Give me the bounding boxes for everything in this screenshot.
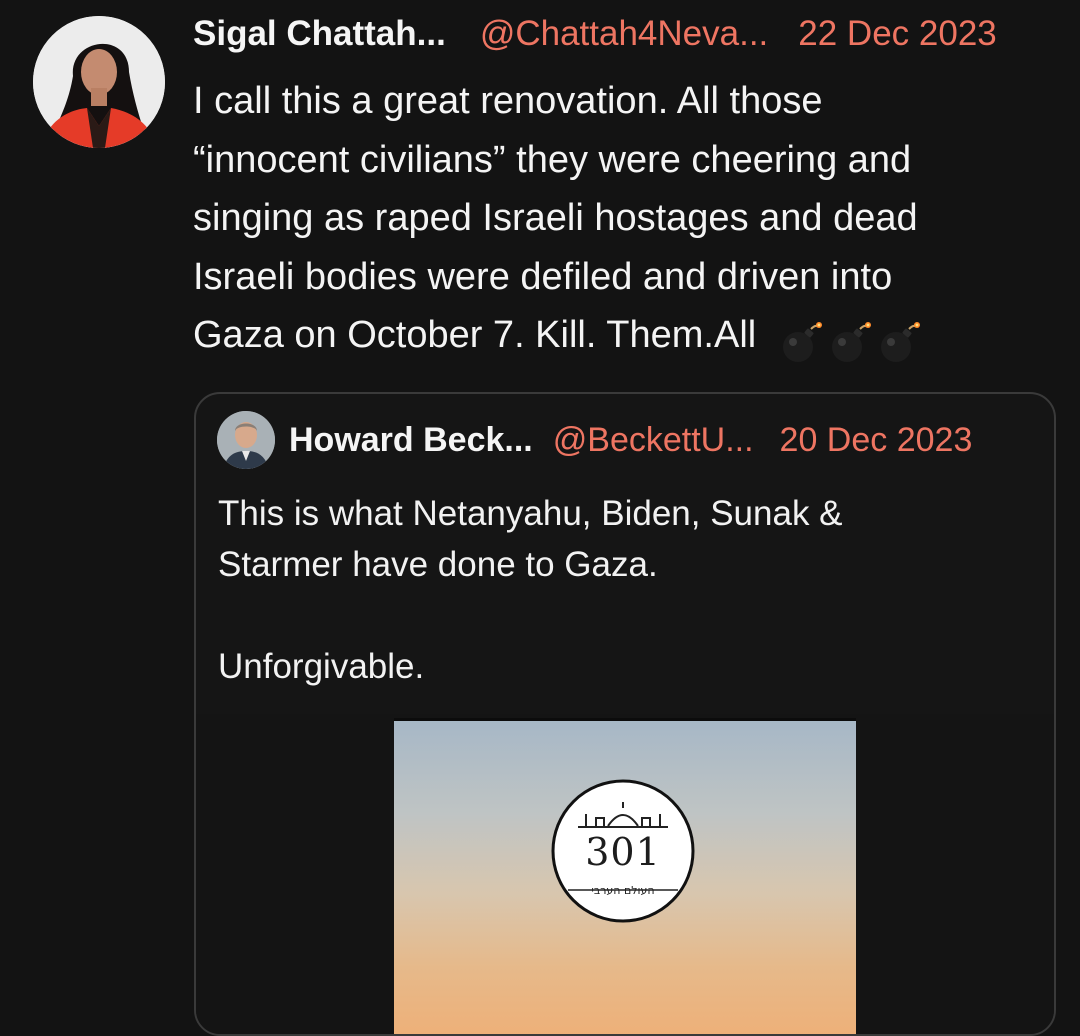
bomb-icon <box>778 320 824 366</box>
channel-logo: 301 העולם הערבי <box>550 778 696 924</box>
logo-caption: העולם הערבי <box>591 884 655 897</box>
author-name[interactable]: Sigal Chattah... <box>193 14 446 54</box>
bomb-icon <box>827 320 873 366</box>
quoted-author-avatar[interactable] <box>217 411 275 469</box>
media-image[interactable]: 301 העולם הערבי <box>394 718 856 1034</box>
tweet[interactable]: Sigal Chattah... @Chattah4Neva... 22 Dec… <box>0 0 1080 1036</box>
author-avatar[interactable] <box>33 16 165 148</box>
quoted-author-handle[interactable]: @BeckettU... <box>553 421 754 460</box>
quoted-author-name[interactable]: Howard Beck... <box>289 421 533 460</box>
bomb-icon <box>876 320 922 366</box>
tweet-text: I call this a great renovation. All thos… <box>193 72 1063 371</box>
logo-number: 301 <box>585 830 661 874</box>
quoted-tweet-date[interactable]: 20 Dec 2023 <box>780 421 973 460</box>
quoted-tweet-card[interactable]: Howard Beck... @BeckettU... 20 Dec 2023 … <box>194 392 1056 1036</box>
quoted-tweet-media[interactable]: 301 העולם הערבי <box>196 714 1054 1034</box>
emoji-group <box>778 312 925 371</box>
tweet-header: Sigal Chattah... @Chattah4Neva... 22 Dec… <box>193 12 997 56</box>
author-handle[interactable]: @Chattah4Neva... <box>480 14 768 54</box>
media-top-border <box>394 718 856 721</box>
quoted-tweet-header: Howard Beck... @BeckettU... 20 Dec 2023 <box>289 418 972 462</box>
quoted-tweet-text: This is what Netanyahu, Biden, Sunak & S… <box>218 494 843 686</box>
tweet-date[interactable]: 22 Dec 2023 <box>798 14 996 54</box>
